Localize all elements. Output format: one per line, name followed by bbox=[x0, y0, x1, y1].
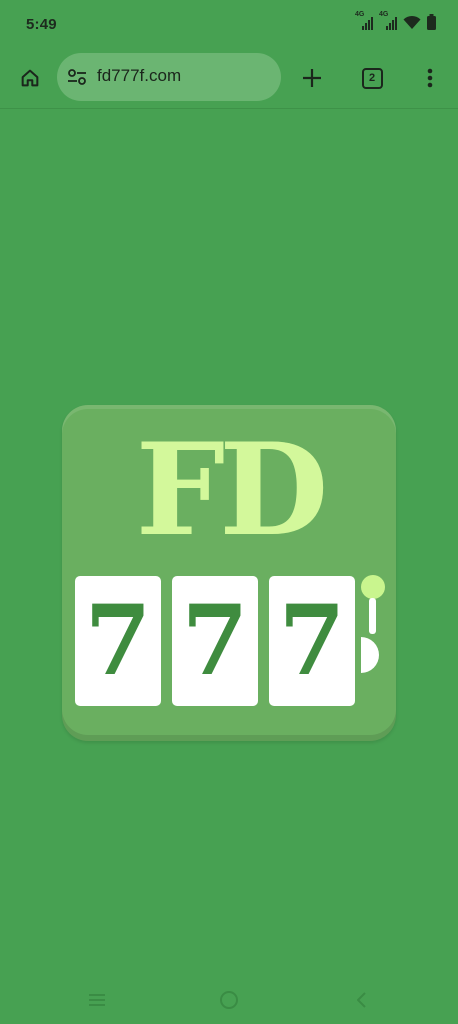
fd777-logo: FD 7 7 7 bbox=[62, 405, 396, 741]
more-vert-icon bbox=[427, 68, 433, 88]
reel-digit: 7 bbox=[181, 584, 249, 697]
address-bar[interactable]: fd777f.com bbox=[57, 53, 281, 101]
browser-toolbar: fd777f.com 2 bbox=[0, 48, 458, 109]
status-time: 5:49 bbox=[26, 16, 57, 33]
wifi-icon bbox=[403, 15, 421, 29]
reel-digit: 7 bbox=[278, 584, 346, 697]
slot-lever-base bbox=[361, 637, 379, 673]
home-button[interactable] bbox=[12, 60, 48, 96]
slot-reel: 7 bbox=[75, 576, 161, 706]
status-bar: 5:49 4G 4G bbox=[0, 0, 458, 48]
system-home-button[interactable] bbox=[213, 984, 245, 1016]
tab-switcher-icon: 2 bbox=[361, 67, 383, 89]
recents-button[interactable] bbox=[81, 984, 113, 1016]
slot-reel: 7 bbox=[269, 576, 355, 706]
screen: 5:49 4G 4G fd777f.com 2 FD 7 7 7 bbox=[0, 0, 458, 1024]
slot-lever-knob bbox=[361, 575, 385, 599]
status-icons: 4G 4G bbox=[355, 11, 436, 30]
home-icon bbox=[21, 69, 39, 87]
reel-digit: 7 bbox=[84, 584, 152, 697]
more-menu-button[interactable] bbox=[412, 60, 448, 96]
slot-reel: 7 bbox=[172, 576, 258, 706]
battery-icon bbox=[427, 14, 436, 30]
back-button[interactable] bbox=[345, 984, 377, 1016]
tab-switcher-button[interactable]: 2 bbox=[354, 60, 390, 96]
plus-icon bbox=[303, 69, 321, 87]
signal-icon: 4G bbox=[379, 11, 397, 30]
home-circle-icon bbox=[220, 991, 238, 1009]
recents-icon bbox=[89, 994, 105, 1006]
system-nav-bar bbox=[0, 976, 458, 1024]
signal-icon: 4G bbox=[355, 11, 373, 30]
back-icon bbox=[357, 992, 366, 1008]
site-settings-icon[interactable] bbox=[67, 67, 87, 87]
logo-title: FD bbox=[135, 416, 329, 564]
new-tab-button[interactable] bbox=[294, 60, 330, 96]
url-text[interactable]: fd777f.com bbox=[97, 66, 181, 86]
slot-lever-arm bbox=[369, 598, 376, 634]
